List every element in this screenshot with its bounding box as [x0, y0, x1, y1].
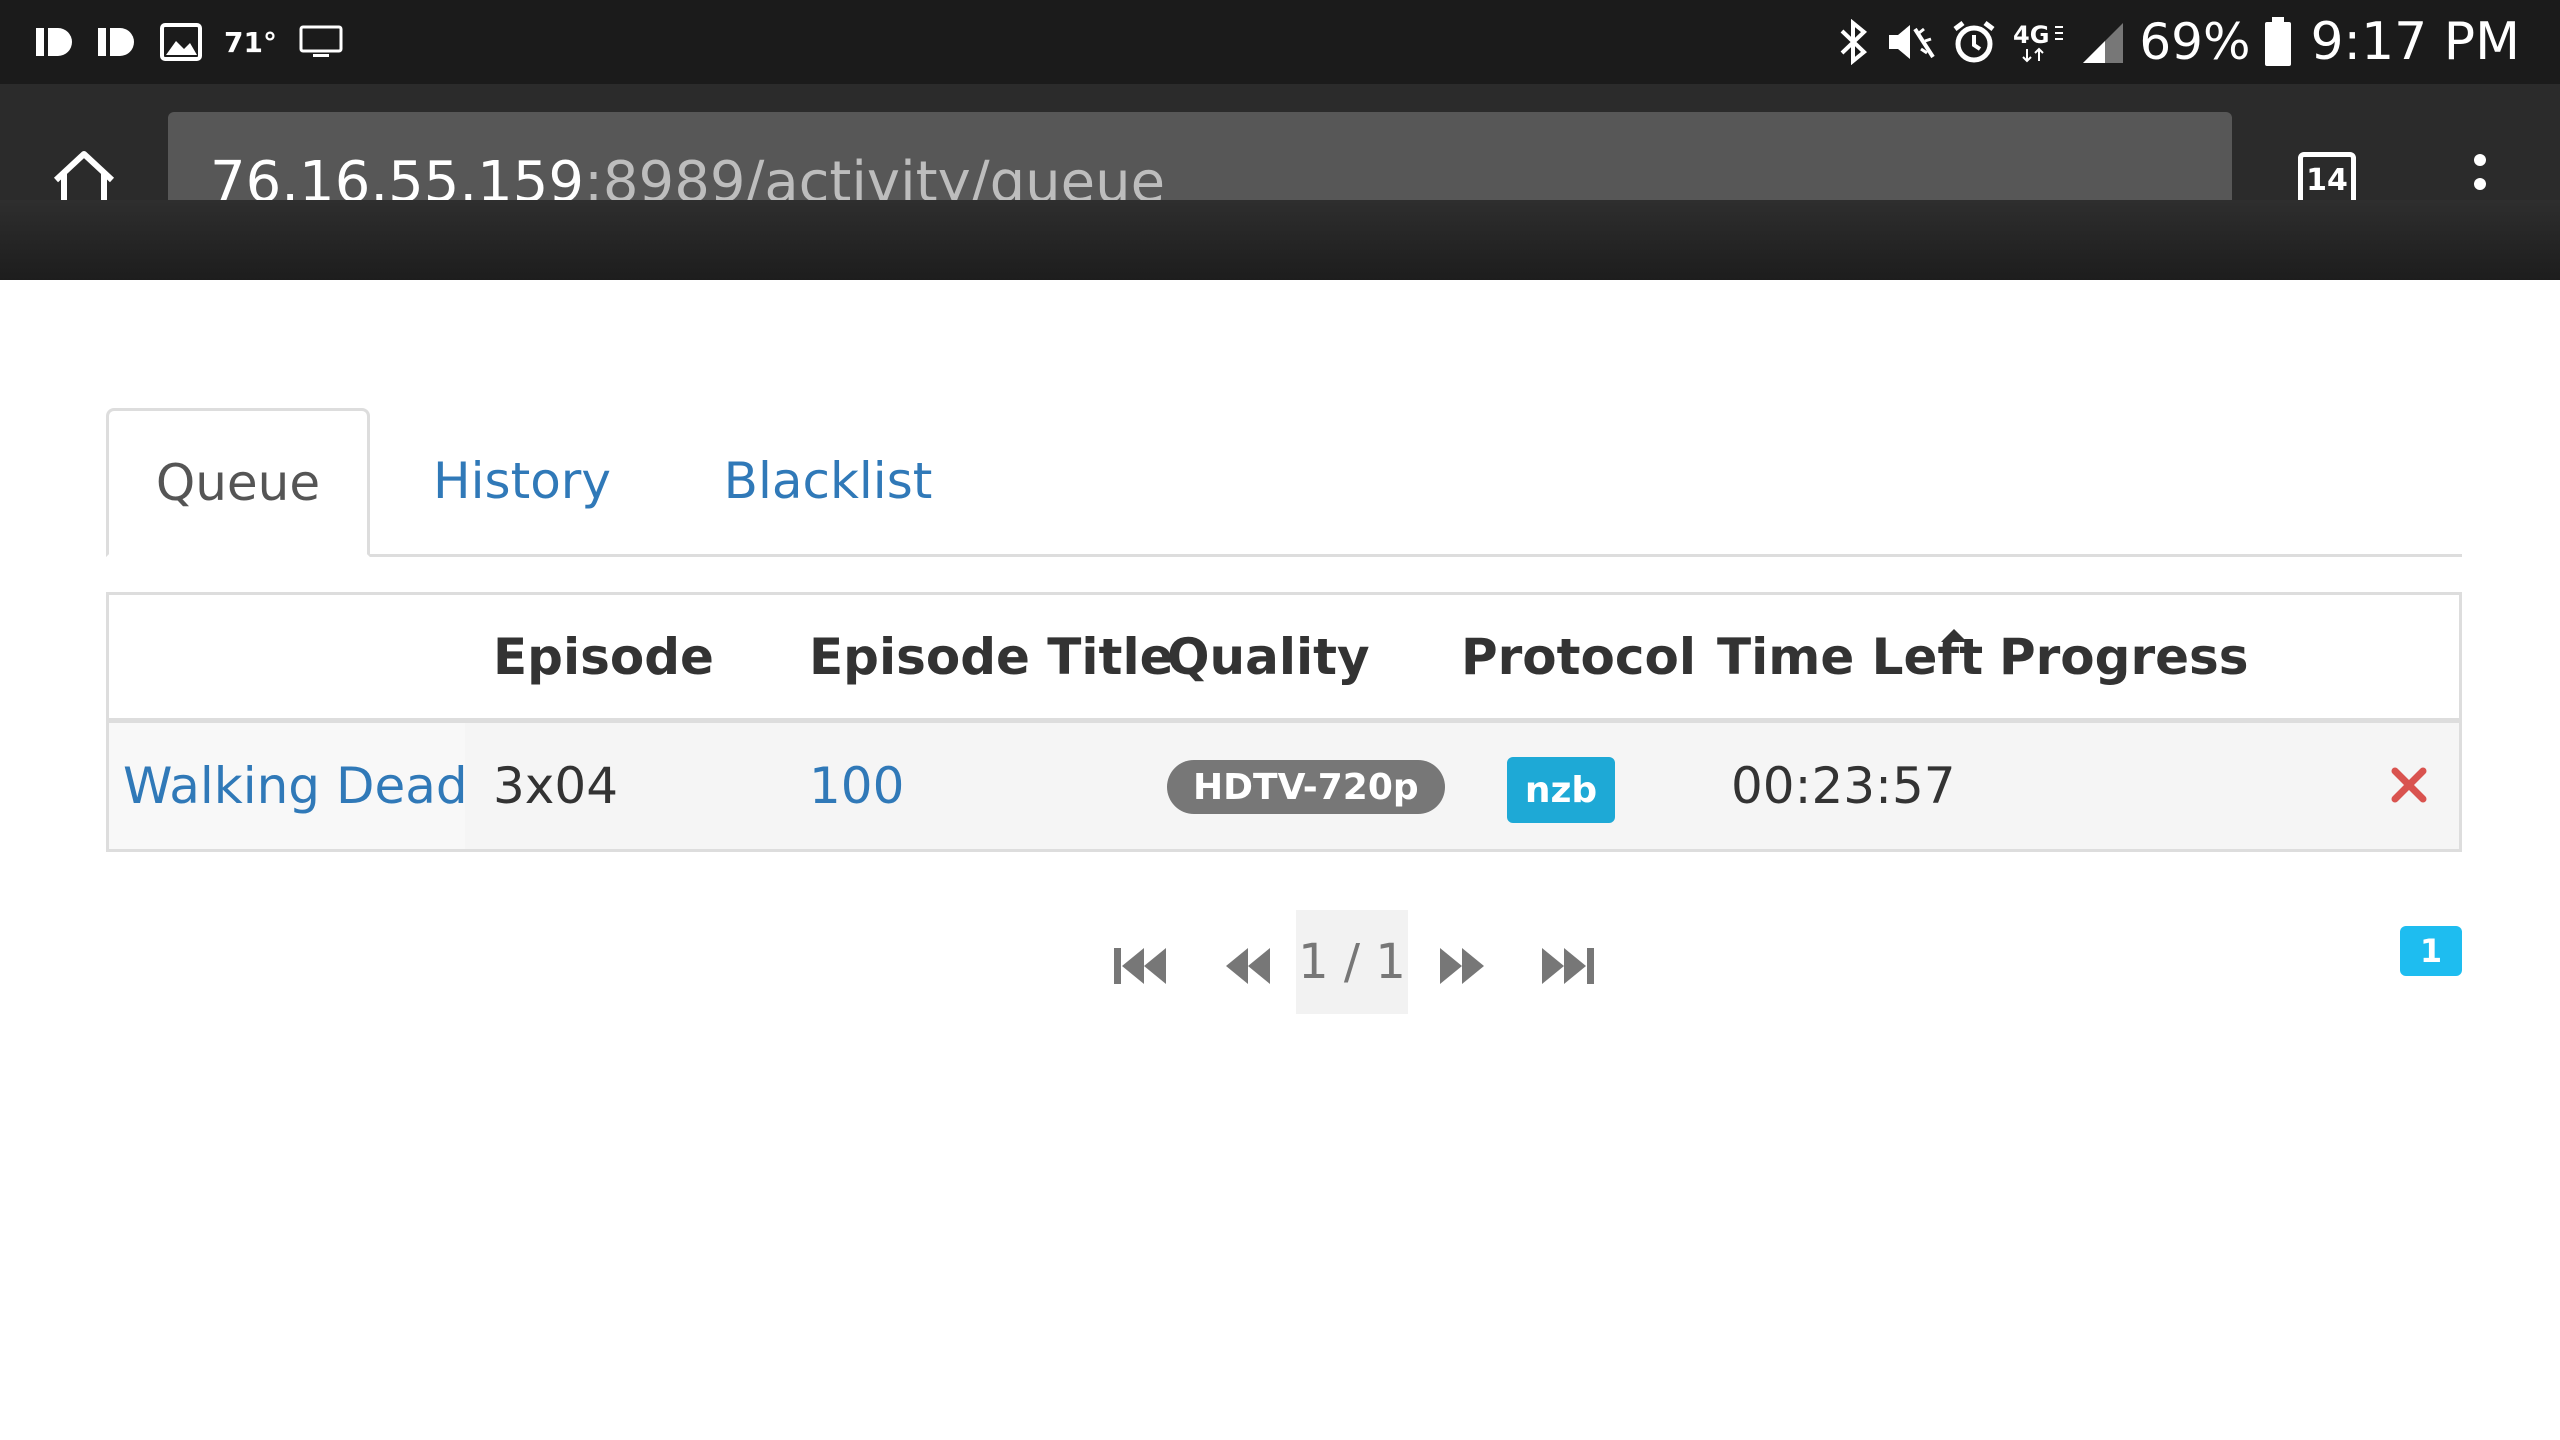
- bluetooth-icon: [1837, 19, 1871, 65]
- tab-label: Blacklist: [723, 452, 933, 510]
- tab-queue[interactable]: Queue: [106, 408, 370, 557]
- toolbar-shadow: [0, 200, 2560, 280]
- queue-table: Episode Episode Title Quality Protocol T…: [106, 592, 2462, 852]
- last-page-icon[interactable]: [1538, 936, 1598, 996]
- tab-label: Queue: [155, 453, 321, 512]
- battery-percentage: 69%: [2139, 13, 2251, 71]
- network-4g-icon: 4G: [2011, 19, 2067, 65]
- table-row: Walking Dead 3x04 100 HDTV-720p nzb 00:2…: [109, 723, 2459, 849]
- previous-page-icon[interactable]: [1218, 936, 1278, 996]
- protocol-badge: nzb: [1507, 757, 1615, 823]
- column-header-time-left[interactable]: Time Left: [1717, 595, 1983, 718]
- status-bar-right: 4G 69% 9:17 PM: [1837, 0, 2520, 84]
- tab-label: History: [433, 452, 611, 510]
- episode-number: 3x04: [493, 757, 619, 815]
- svg-text:4G: 4G: [2013, 21, 2049, 49]
- page-indicator: 1 / 1: [1296, 910, 1408, 1014]
- column-header-progress[interactable]: Progress: [1999, 595, 2249, 718]
- episode-title-link[interactable]: 100: [809, 723, 904, 849]
- page-content: Queue History Blacklist Episode Episode …: [0, 336, 2560, 1440]
- column-header-episode[interactable]: Episode: [493, 595, 714, 718]
- column-header-protocol[interactable]: Protocol: [1461, 595, 1696, 718]
- app-notification-icon: [36, 25, 76, 59]
- battery-icon: [2264, 17, 2292, 67]
- time-left-value: 00:23:57: [1731, 757, 1956, 815]
- image-icon: [160, 23, 202, 61]
- alarm-icon: [1951, 19, 1997, 65]
- quality-badge: HDTV-720p: [1167, 760, 1445, 814]
- column-header-episode-title[interactable]: Episode Title: [809, 595, 1174, 718]
- tab-history[interactable]: History: [406, 408, 638, 554]
- sort-ascending-icon: [1941, 629, 1967, 642]
- next-page-icon[interactable]: [1432, 936, 1492, 996]
- app-notification-icon: [98, 25, 138, 59]
- first-page-icon[interactable]: [1110, 936, 1170, 996]
- remove-icon[interactable]: [2391, 767, 2427, 803]
- mute-vibrate-icon: [1885, 19, 1937, 65]
- signal-icon: [2081, 19, 2125, 65]
- total-records-badge: 1: [2400, 926, 2462, 976]
- column-header-quality[interactable]: Quality: [1167, 595, 1370, 718]
- table-header: Episode Episode Title Quality Protocol T…: [109, 595, 2459, 723]
- status-bar-left: 71°: [36, 0, 343, 84]
- weather-temperature: 71°: [224, 25, 277, 59]
- clock: 9:17 PM: [2310, 12, 2520, 72]
- activity-tabs: Queue History Blacklist: [106, 408, 2462, 557]
- tab-blacklist[interactable]: Blacklist: [698, 408, 958, 554]
- series-link[interactable]: Walking Dead: [123, 723, 468, 849]
- tab-count: 14: [2306, 162, 2348, 198]
- cast-screen-icon: [299, 25, 343, 59]
- status-bar: 71° 4G 69% 9:17 PM: [0, 0, 2560, 84]
